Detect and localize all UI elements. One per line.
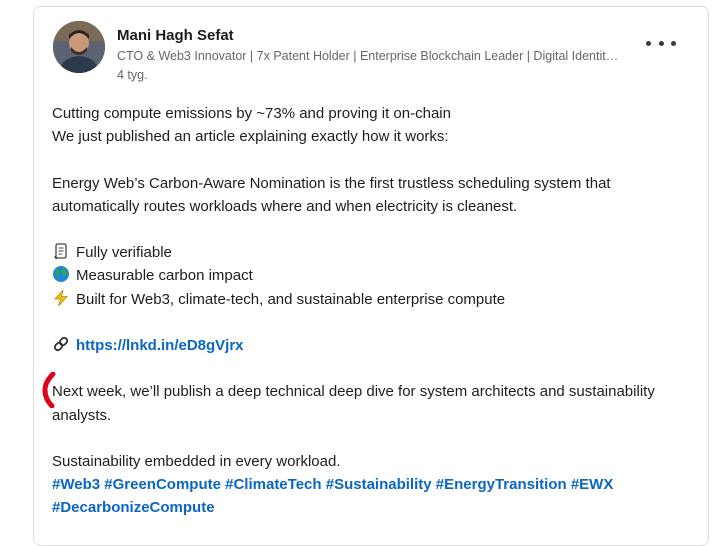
post-line: We just published an article explaining … <box>52 128 449 146</box>
hashtag-link[interactable]: #Sustainability <box>326 476 432 493</box>
post-paragraph: Energy Web’s Carbon-Aware Nomination is … <box>52 174 611 215</box>
more-horizontal-icon <box>671 40 676 46</box>
feature-label: Fully verifiable <box>76 244 172 262</box>
post-card: Mani Hagh Sefat CTO & Web3 Innovator | 7… <box>33 6 709 546</box>
globe-icon <box>53 266 69 283</box>
feature-item: Measurable carbon impact <box>52 264 692 287</box>
hashtag-link[interactable]: #EnergyTransition <box>436 476 567 493</box>
post-line: Cutting compute emissions by ~73% and pr… <box>52 105 451 122</box>
post-line: Sustainability embedded in every workloa… <box>52 452 341 470</box>
lightning-icon <box>54 289 68 306</box>
feature-label: Measurable carbon impact <box>76 267 253 285</box>
feature-item: Fully verifiable <box>52 241 692 264</box>
hashtag-list: #Web3 #GreenCompute #ClimateTech #Sustai… <box>52 473 692 519</box>
author-headline: CTO & Web3 Innovator | 7x Patent Holder … <box>117 49 619 63</box>
hashtag-link[interactable]: #EWX <box>571 476 614 493</box>
feature-item: Built for Web3, climate-tech, and sustai… <box>52 288 692 311</box>
hashtag-link[interactable]: #Web3 <box>52 476 100 493</box>
link-line: https://lnkd.in/eD8gVjrx <box>52 334 692 357</box>
feature-label: Built for Web3, climate-tech, and sustai… <box>76 290 506 308</box>
scroll-icon <box>54 243 67 260</box>
post-paragraph: Next week, we’ll publish a deep technica… <box>52 383 655 424</box>
hashtag-link[interactable]: #GreenCompute <box>104 476 221 493</box>
hashtag-link[interactable]: #ClimateTech <box>225 476 321 493</box>
article-link[interactable]: https://lnkd.in/eD8gVjrx <box>76 337 244 354</box>
author-name[interactable]: Mani Hagh Sefat <box>117 27 234 44</box>
avatar[interactable] <box>53 21 105 73</box>
more-options-button[interactable] <box>646 33 676 53</box>
link-icon <box>53 336 69 352</box>
more-horizontal-icon <box>646 40 651 46</box>
annotation-mark <box>42 372 56 408</box>
more-horizontal-icon <box>658 40 664 46</box>
post-body: Cutting compute emissions by ~73% and pr… <box>52 102 692 520</box>
hashtag-link[interactable]: #DecarbonizeCompute <box>52 499 215 516</box>
post-age: 4 tyg. <box>117 68 148 82</box>
